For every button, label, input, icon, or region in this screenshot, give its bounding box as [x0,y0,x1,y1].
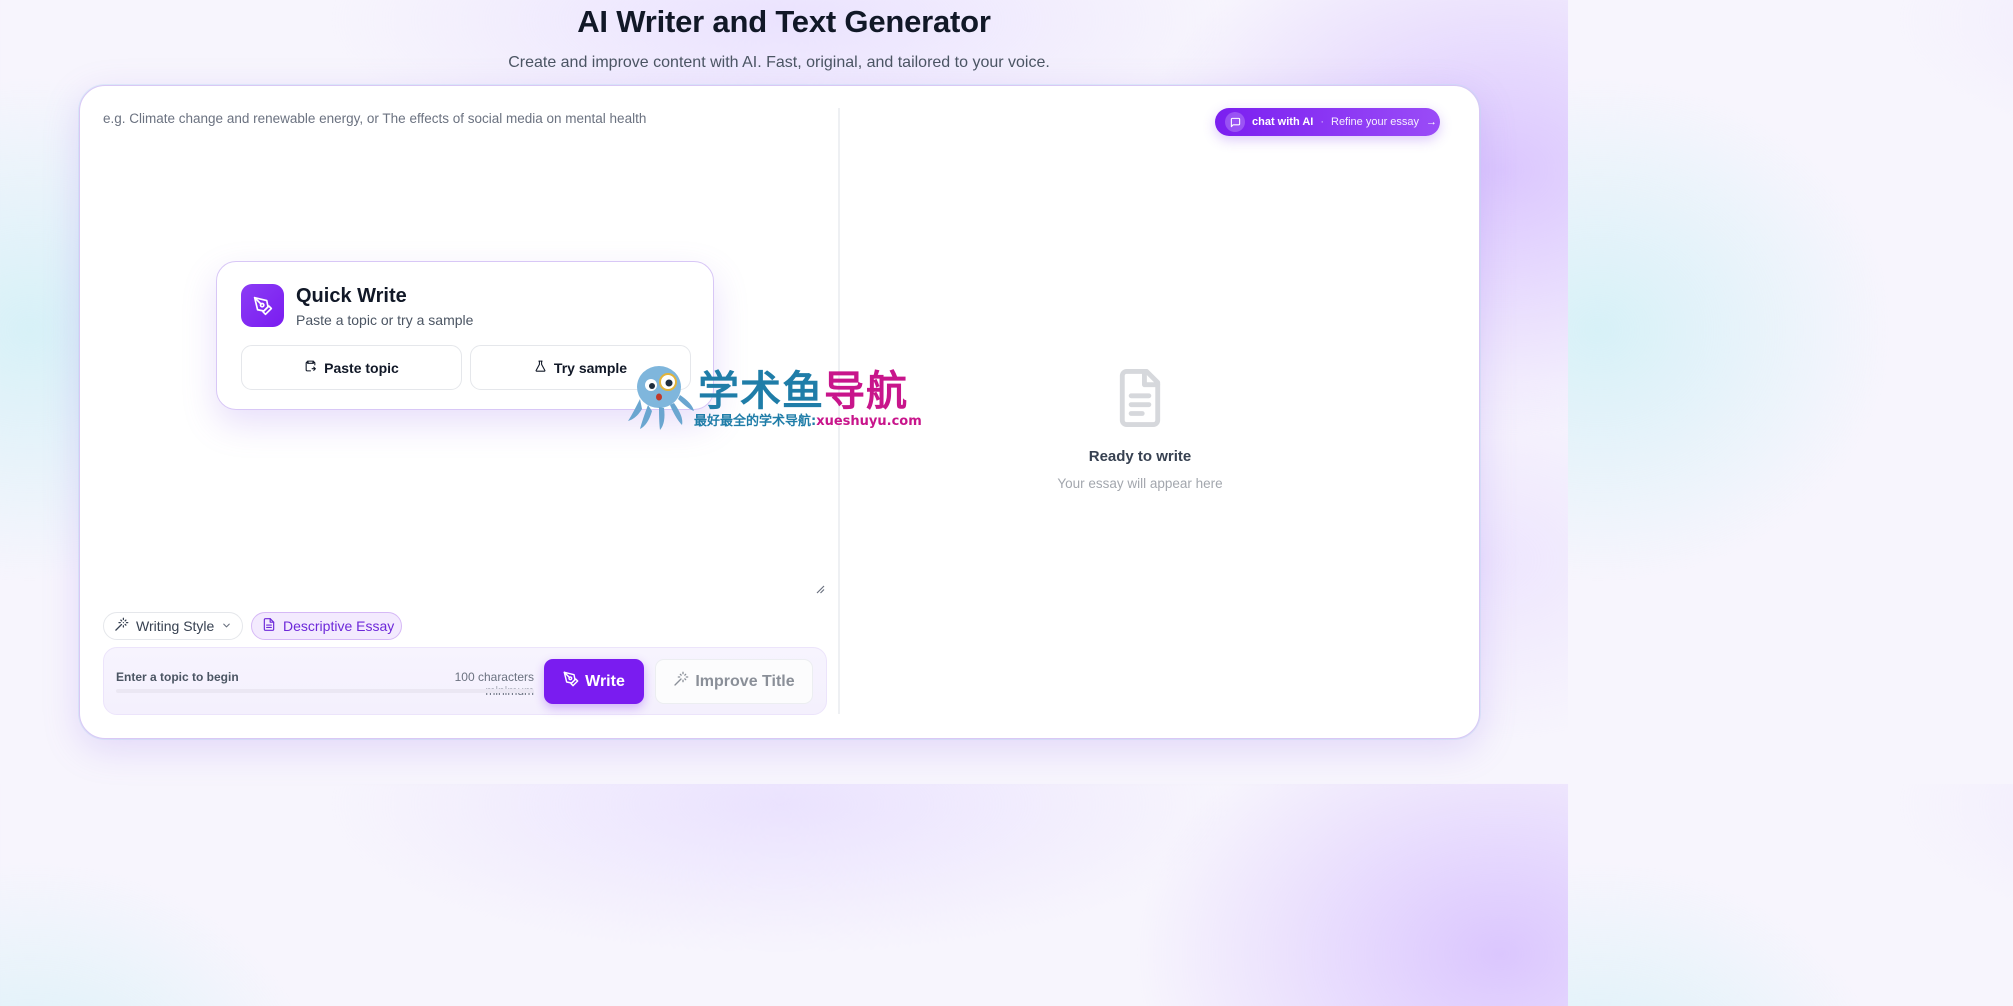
improve-title-button[interactable]: Improve Title [655,659,813,704]
essay-placeholder-text: Your essay will appear here [1057,476,1223,491]
writing-style-label: Writing Style [136,618,215,634]
document-icon [1113,367,1167,434]
octopus-mascot-icon [628,366,694,430]
pen-nib-icon [563,671,579,692]
action-bar: Enter a topic to begin 100 characters mi… [103,647,827,715]
essay-type-label: Descriptive Essay [283,618,395,634]
pen-nib-icon [241,284,284,327]
magic-wand-icon [114,617,129,635]
status-text: Enter a topic to begin [116,670,239,684]
char-minimum-text: 100 characters minimum [454,670,534,698]
arrow-right-icon: → [1426,116,1438,128]
quick-write-title: Quick Write [296,285,407,307]
char-progress-bar [116,689,534,693]
magic-wand-icon [673,671,689,692]
watermark-title: 学术鱼导航 [698,367,908,415]
resize-handle-icon[interactable] [815,584,825,594]
chat-with-ai-label: chat with AI [1252,116,1314,128]
improve-title-label: Improve Title [695,672,795,690]
paste-topic-label: Paste topic [324,359,399,376]
quick-write-subtitle: Paste a topic or try a sample [296,312,474,328]
try-sample-label: Try sample [553,359,628,376]
chat-with-ai-button[interactable]: chat with AI · Refine your essay → [1215,108,1440,136]
write-button-label: Write [585,672,625,690]
chat-bubble-icon [1225,112,1245,132]
chat-separator: · [1320,116,1324,128]
write-button[interactable]: Write [544,659,644,704]
refine-essay-label: Refine your essay [1331,116,1420,128]
page-title: AI Writer and Text Generator [577,4,991,39]
paste-topic-button[interactable]: Paste topic [241,345,462,390]
flask-icon [534,359,547,376]
chevron-down-icon [221,618,232,634]
ready-to-write-title: Ready to write [1088,448,1192,465]
watermark-subtitle: 最好最全的学术导航:xueshuyu.com [694,414,922,429]
file-text-icon [262,617,276,635]
essay-type-chip[interactable]: Descriptive Essay [251,612,402,640]
page-subtitle: Create and improve content with AI. Fast… [508,54,1050,71]
topic-input[interactable]: e.g. Climate change and renewable energy… [103,111,646,126]
clipboard-icon [304,359,317,376]
site-watermark: 学术鱼导航 最好最全的学术导航:xueshuyu.com [626,357,944,433]
writing-style-dropdown[interactable]: Writing Style [103,612,243,640]
